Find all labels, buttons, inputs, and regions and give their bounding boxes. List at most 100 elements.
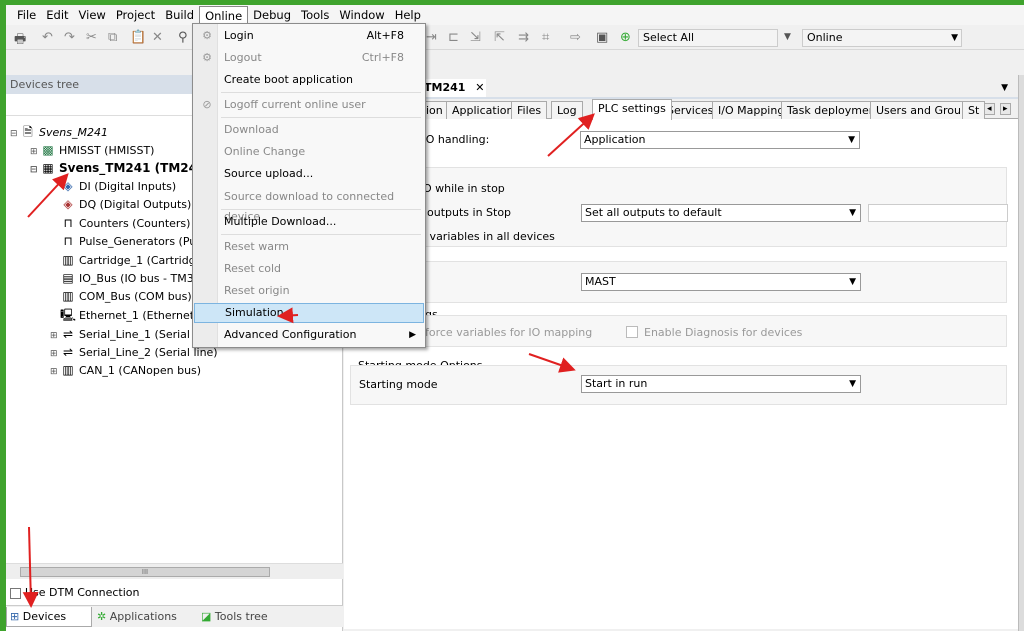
step-into-icon[interactable]: ⇲	[470, 30, 481, 45]
find-icon[interactable]: ⚲	[178, 30, 188, 45]
digital-inputs-icon: ◈	[63, 179, 73, 193]
toolbar: 🖶 ↶ ↷ ✂ ⧉ 📋 ✕ ⚲ ⇥ ⊏ ⇲ ⇱ ⇉ ⌗ ⇨ ▣ ⊕ Select…	[6, 26, 1024, 50]
menu-item-source-upload[interactable]: Source upload...	[194, 164, 424, 184]
menu-item-label: Logout	[224, 51, 262, 64]
menu-view[interactable]: View	[74, 6, 111, 25]
menu-item-logout[interactable]: ⚙ Logout Ctrl+F8	[194, 48, 424, 68]
menu-item-reset-cold[interactable]: Reset cold	[194, 259, 424, 279]
step-icon[interactable]: ⇥	[426, 30, 437, 45]
tab-devices-tree[interactable]: ⊞ Devices tree	[6, 607, 92, 631]
menu-item-simulation[interactable]: Simulation	[194, 303, 424, 323]
chevron-down-icon: ▼	[849, 277, 856, 287]
print-icon[interactable]: 🖶	[14, 30, 26, 52]
cut-icon[interactable]: ✂	[86, 30, 97, 45]
tab-files[interactable]: Files	[511, 101, 548, 119]
menu-build[interactable]: Build	[160, 6, 199, 25]
add-device-icon[interactable]: ⊕	[620, 30, 631, 45]
tree-node-combus[interactable]: ▥ COM_Bus (COM bus)	[60, 287, 191, 305]
tree-node-di[interactable]: ◈ DI (Digital Inputs)	[60, 177, 176, 195]
menu-tools[interactable]: Tools	[296, 6, 334, 25]
tree-node-hmi[interactable]: ⊞ ▩ HMISST (HMISST)	[30, 141, 154, 159]
dtm-checkbox[interactable]	[10, 587, 21, 599]
tree-node-iobus[interactable]: ▤ IO_Bus (IO bus - TM3)	[60, 269, 198, 287]
menu-item-create-boot[interactable]: Create boot application	[194, 70, 424, 90]
tab-applications-tree[interactable]: ✲ Applications tree	[94, 607, 196, 631]
run-cursor-icon[interactable]: ⇉	[518, 30, 529, 45]
menu-online[interactable]: Online	[199, 5, 249, 25]
menu-item-logoff-user[interactable]: ⊘ Logoff current online user	[194, 95, 424, 115]
menu-item-multiple-download[interactable]: Multiple Download...	[194, 212, 424, 232]
menu-item-source-download[interactable]: Source download to connected device	[194, 187, 424, 223]
enable-diagnosis-checkbox[interactable]	[626, 326, 638, 338]
menu-item-reset-warm[interactable]: Reset warm	[194, 237, 424, 257]
collapse-icon[interactable]: ⊟	[10, 125, 20, 143]
menu-file[interactable]: File	[12, 6, 41, 25]
menu-item-shortcut: Ctrl+F8	[361, 51, 404, 64]
plc-icon: ▦	[42, 161, 54, 175]
chevron-down-icon[interactable]: ▼	[784, 32, 791, 42]
starting-mode-select[interactable]: Start in run ▼	[581, 375, 861, 393]
chevron-down-icon: ▼	[848, 135, 855, 145]
menu-help[interactable]: Help	[390, 6, 426, 25]
dtm-connection-option[interactable]: Use DTM Connection	[10, 585, 139, 601]
mode-combo[interactable]: Online ▼	[802, 29, 962, 47]
tree-node-label: HMISST (HMISST)	[59, 144, 155, 157]
tab-tools-tree[interactable]: ◪ Tools tree	[198, 607, 278, 627]
tab-label: Devices tree	[10, 610, 67, 631]
menu-item-label: Reset origin	[224, 284, 290, 297]
monitor-icon[interactable]: ▣	[596, 30, 608, 45]
copy-icon[interactable]: ⧉	[108, 30, 117, 45]
tab-log[interactable]: Log	[551, 101, 583, 119]
breakpoint-icon[interactable]: ⊏	[448, 30, 459, 45]
outputs-stop-select[interactable]: Set all outputs to default ▼	[581, 204, 861, 222]
tree-node-counters[interactable]: ⊓ Counters (Counters)	[60, 214, 190, 232]
tab-more[interactable]: St	[962, 101, 986, 119]
redo-icon[interactable]: ↷	[64, 30, 75, 45]
tree-node-label: Pulse_Generators (Puls	[79, 235, 206, 248]
delete-icon[interactable]: ✕	[152, 30, 163, 45]
tab-scroll-left-icon[interactable]: ◂	[984, 103, 995, 115]
chevron-down-icon[interactable]: ▼	[1001, 83, 1008, 93]
tree-node-serial1[interactable]: ⊞ ⇌ Serial_Line_1 (Serial lin	[50, 325, 207, 343]
tab-io-mapping[interactable]: I/O Mapping	[712, 101, 791, 119]
tree-node-dq[interactable]: ◈ DQ (Digital Outputs)	[60, 195, 191, 213]
menu-item-online-change[interactable]: Online Change	[194, 142, 424, 162]
menu-debug[interactable]: Debug	[248, 6, 296, 25]
expand-icon[interactable]: ⊞	[50, 363, 60, 381]
selection-combo[interactable]: Select All	[638, 29, 778, 47]
undo-icon[interactable]: ↶	[42, 30, 53, 45]
menu-item-label: Create boot application	[224, 73, 353, 86]
tree-node-plc[interactable]: ⊟ ▦ Svens_TM241 (TM241C	[30, 159, 214, 177]
bus-cycle-task-select[interactable]: MAST ▼	[581, 273, 861, 291]
document-tab-label: TM241	[424, 81, 466, 94]
tree-node-can[interactable]: ⊞ ▥ CAN_1 (CANopen bus)	[50, 361, 201, 379]
write-values-icon[interactable]: ⌗	[542, 30, 549, 45]
menu-edit[interactable]: Edit	[41, 6, 73, 25]
menu-item-login[interactable]: ⚙ Login Alt+F8	[194, 26, 424, 46]
step-out-icon[interactable]: ⇱	[494, 30, 505, 45]
tree-node-pulse[interactable]: ⊓ Pulse_Generators (Puls	[60, 232, 205, 250]
paste-icon[interactable]: 📋	[130, 30, 146, 45]
selection-combo-value: Select All	[643, 31, 695, 44]
tree-node-label: Serial_Line_1 (Serial lin	[79, 328, 207, 341]
tree-node-cartridge[interactable]: ▥ Cartridge_1 (Cartridge	[60, 251, 202, 269]
menu-item-download[interactable]: Download	[194, 120, 424, 140]
close-icon[interactable]: ✕	[475, 81, 484, 94]
tab-scroll-right-icon[interactable]: ▸	[1000, 103, 1011, 115]
collapse-icon[interactable]: ⊟	[30, 161, 40, 179]
tree-node-ethernet[interactable]: 🖳 Ethernet_1 (Ethernet N	[60, 306, 206, 324]
arrow-right-icon[interactable]: ⇨	[570, 30, 581, 45]
extra-input[interactable]	[868, 204, 1008, 222]
menu-item-reset-origin[interactable]: Reset origin	[194, 281, 424, 301]
menu-item-advanced-config[interactable]: Advanced Configuration ▶	[194, 325, 424, 345]
horizontal-scrollbar[interactable]: III	[6, 563, 343, 579]
menu-project[interactable]: Project	[111, 6, 160, 25]
tree-node-project[interactable]: ⊟ 🗎 Svens_M241	[10, 123, 108, 141]
io-handling-select[interactable]: Application ▼	[580, 131, 860, 149]
menu-item-label: Login	[224, 29, 254, 42]
io-bus-icon: ▤	[62, 271, 74, 285]
scrollbar-thumb[interactable]: III	[20, 567, 270, 577]
menu-window[interactable]: Window	[334, 6, 389, 25]
can-icon: ▥	[62, 363, 74, 377]
tab-plc-settings[interactable]: PLC settings	[592, 99, 672, 120]
